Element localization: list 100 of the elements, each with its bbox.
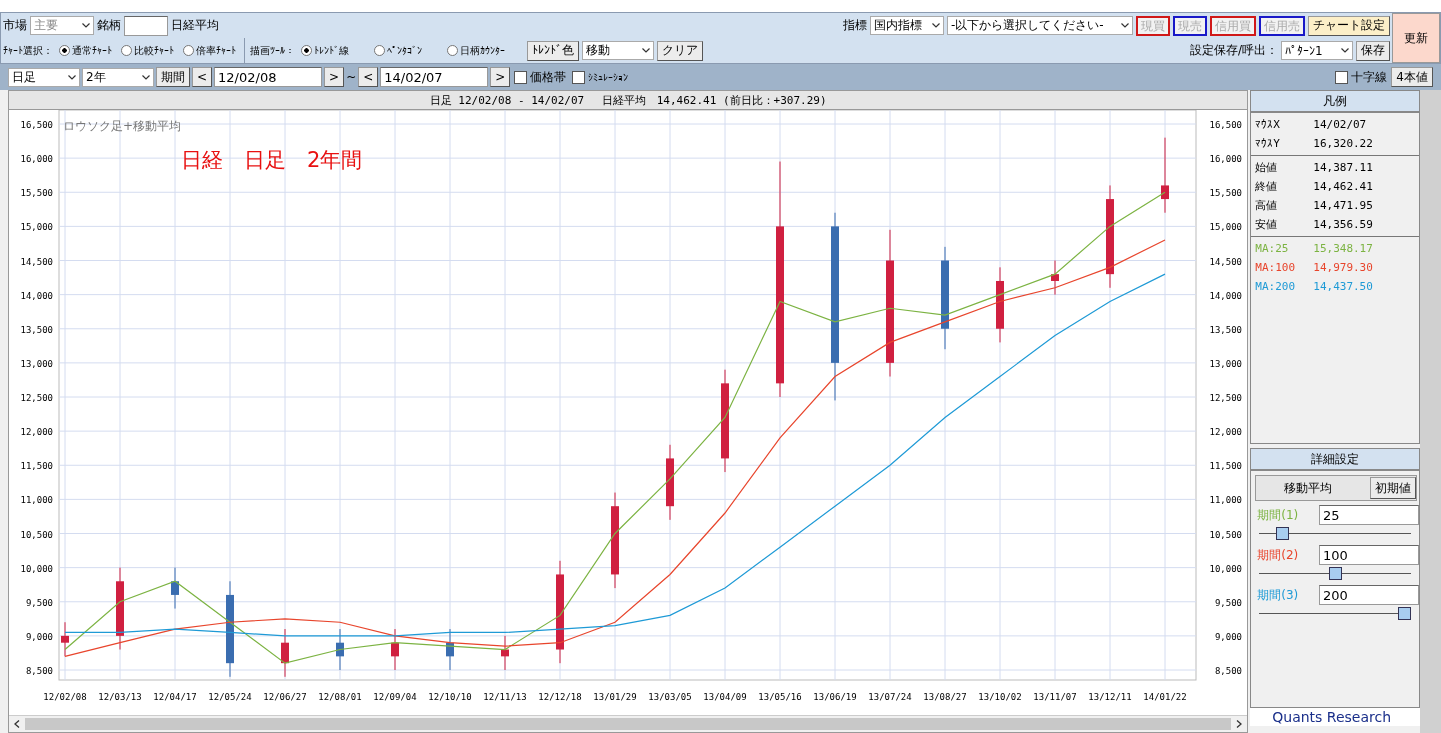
y-axis-label: 12,500: [1209, 393, 1242, 403]
symbol-name: 日経平均: [171, 17, 219, 34]
legend-title: 凡例: [1251, 91, 1420, 113]
y-axis-label: 13,000: [20, 358, 53, 369]
option-checkbox[interactable]: ｼﾐｭﾚｰｼｮﾝ: [570, 70, 631, 84]
pattern-select[interactable]: ﾊﾟﾀｰﾝ1: [1281, 41, 1353, 60]
period-field[interactable]: 200: [1319, 585, 1420, 605]
y-axis-label: 16,000: [1209, 154, 1242, 165]
period-slider[interactable]: [1259, 567, 1412, 581]
period-label: 期間(2): [1257, 546, 1299, 564]
x-axis-label: 12/03/13: [98, 692, 142, 702]
y-axis-label: 11,000: [1209, 495, 1242, 506]
clear-button[interactable]: クリア: [657, 40, 703, 61]
next-button[interactable]: >: [490, 67, 511, 87]
refresh-button[interactable]: 更新: [1392, 13, 1440, 63]
slider-thumb[interactable]: [1328, 567, 1342, 580]
chart-header: 日足 12/02/08 - 14/02/07 日経平均 14,462.41 (前日比：+307.29): [429, 92, 827, 108]
to-date-field[interactable]: 14/02/07: [380, 67, 489, 87]
indicator-select[interactable]: 国内指標: [870, 16, 944, 35]
x-axis-label: 13/04/09: [703, 692, 747, 702]
candlestick: [1161, 137, 1169, 214]
legend-label: 終値: [1255, 179, 1279, 194]
y-axis-label: 10,500: [1209, 529, 1242, 540]
chart-type-radio[interactable]: 通常ﾁｬｰﾄ: [56, 43, 115, 58]
y-axis-label: 14,000: [20, 290, 53, 301]
scroll-right-icon[interactable]: [1236, 720, 1243, 728]
chart-settings-button[interactable]: チャート設定: [1308, 15, 1390, 36]
chart-type-radio[interactable]: 比較ﾁｬｰﾄ: [118, 43, 177, 58]
x-axis-label: 14/01/22: [1143, 692, 1187, 702]
prev-button[interactable]: <: [192, 67, 213, 87]
interval-select[interactable]: 日足: [8, 67, 80, 87]
x-axis-label: 13/03/05: [648, 692, 692, 702]
legend-value: 14,437.50: [1313, 280, 1374, 293]
period-button[interactable]: 期間: [156, 67, 190, 87]
x-axis-label: 12/12/18: [538, 692, 582, 702]
legend-label: 高値: [1255, 198, 1279, 213]
period-field[interactable]: 25: [1319, 505, 1420, 525]
chart-type-radio[interactable]: 倍率ﾁｬｰﾄ: [180, 43, 239, 58]
y-axis-label: 10,500: [20, 529, 53, 540]
y-axis-label: 10,000: [20, 563, 53, 574]
crosshair-checkbox[interactable]: 十字線: [1333, 68, 1390, 86]
y-axis-label: 16,500: [20, 120, 53, 130]
legend-label: ﾏｳｽY: [1255, 137, 1281, 150]
vertical-scrollbar[interactable]: [1420, 90, 1441, 733]
save-button[interactable]: 保存: [1356, 40, 1390, 61]
indicator-sub-select[interactable]: -以下から選択してください-: [947, 16, 1133, 35]
draw-tool-radio[interactable]: 日柄ｶｳﾝﾀｰ: [444, 43, 508, 58]
y-axis-label: 16,000: [20, 154, 53, 165]
moving-average-tab[interactable]: 移動平均: [1256, 479, 1333, 497]
y-axis-label: 13,500: [20, 324, 53, 335]
scroll-left-icon[interactable]: [14, 720, 20, 728]
y-axis-label: 11,000: [20, 495, 53, 506]
x-axis-label: 12/05/24: [208, 692, 252, 702]
horizontal-scrollbar[interactable]: [9, 715, 1248, 732]
x-axis-label: 13/01/29: [593, 692, 637, 702]
period-slider[interactable]: [1259, 527, 1412, 541]
ohlc-button[interactable]: 4本値: [1391, 67, 1433, 87]
legend-value: 14,979.30: [1313, 261, 1374, 274]
prev-button[interactable]: <: [358, 67, 379, 87]
caret-icon: [1341, 48, 1349, 53]
settings-title: 詳細設定: [1251, 449, 1420, 471]
move-select[interactable]: 移動: [582, 41, 654, 60]
draw-tool-radio[interactable]: ﾍﾟﾝﾀｺﾞﾝ: [371, 45, 425, 56]
draw-tool-radio[interactable]: ﾄﾚﾝﾄﾞ線: [298, 43, 352, 58]
candlestick: [171, 567, 179, 610]
x-axis-label: 13/07/24: [868, 692, 912, 702]
y-axis-label: 15,500: [1209, 188, 1242, 199]
y-axis-label: 12,000: [1209, 427, 1242, 438]
slider-thumb[interactable]: [1275, 527, 1289, 540]
y-axis-label: 11,500: [1209, 461, 1242, 472]
y-axis-label: 12,500: [20, 393, 53, 403]
symbol-field[interactable]: [124, 15, 168, 36]
y-axis-label: 14,500: [1209, 256, 1242, 267]
legend-label: ﾏｳｽX: [1255, 118, 1281, 131]
caret-icon: [82, 23, 90, 28]
candlestick: [1051, 260, 1059, 296]
next-button[interactable]: >: [324, 67, 345, 87]
legend-value: 14,471.95: [1313, 199, 1374, 212]
market-select[interactable]: 主要: [30, 16, 94, 35]
from-date-field[interactable]: 12/02/08: [214, 67, 323, 87]
y-axis-label: 15,000: [20, 222, 53, 233]
slider-thumb[interactable]: [1398, 607, 1412, 620]
y-axis-label: 11,500: [20, 461, 53, 472]
trend-color-button[interactable]: ﾄﾚﾝﾄﾞ色: [527, 40, 579, 61]
span-select[interactable]: 2年: [82, 67, 154, 87]
caret-icon: [68, 74, 76, 80]
indicator-label: 指標: [843, 17, 867, 34]
x-axis-label: 13/12/11: [1088, 692, 1132, 702]
y-axis-label: 9,000: [25, 631, 53, 642]
reset-button[interactable]: 初期値: [1370, 477, 1417, 499]
caret-icon: [642, 48, 650, 53]
y-axis-label: 15,000: [1209, 222, 1242, 233]
symbol-label: 銘柄: [97, 17, 121, 34]
legend-label: MA:200: [1255, 280, 1296, 293]
period-slider[interactable]: [1259, 607, 1412, 621]
option-checkbox[interactable]: 価格帯: [512, 68, 569, 86]
tilde-label: ~: [346, 70, 357, 84]
period-field[interactable]: 100: [1319, 545, 1420, 565]
legend-value: 14,356.59: [1313, 218, 1374, 231]
y-axis-label: 8,500: [1214, 666, 1242, 676]
